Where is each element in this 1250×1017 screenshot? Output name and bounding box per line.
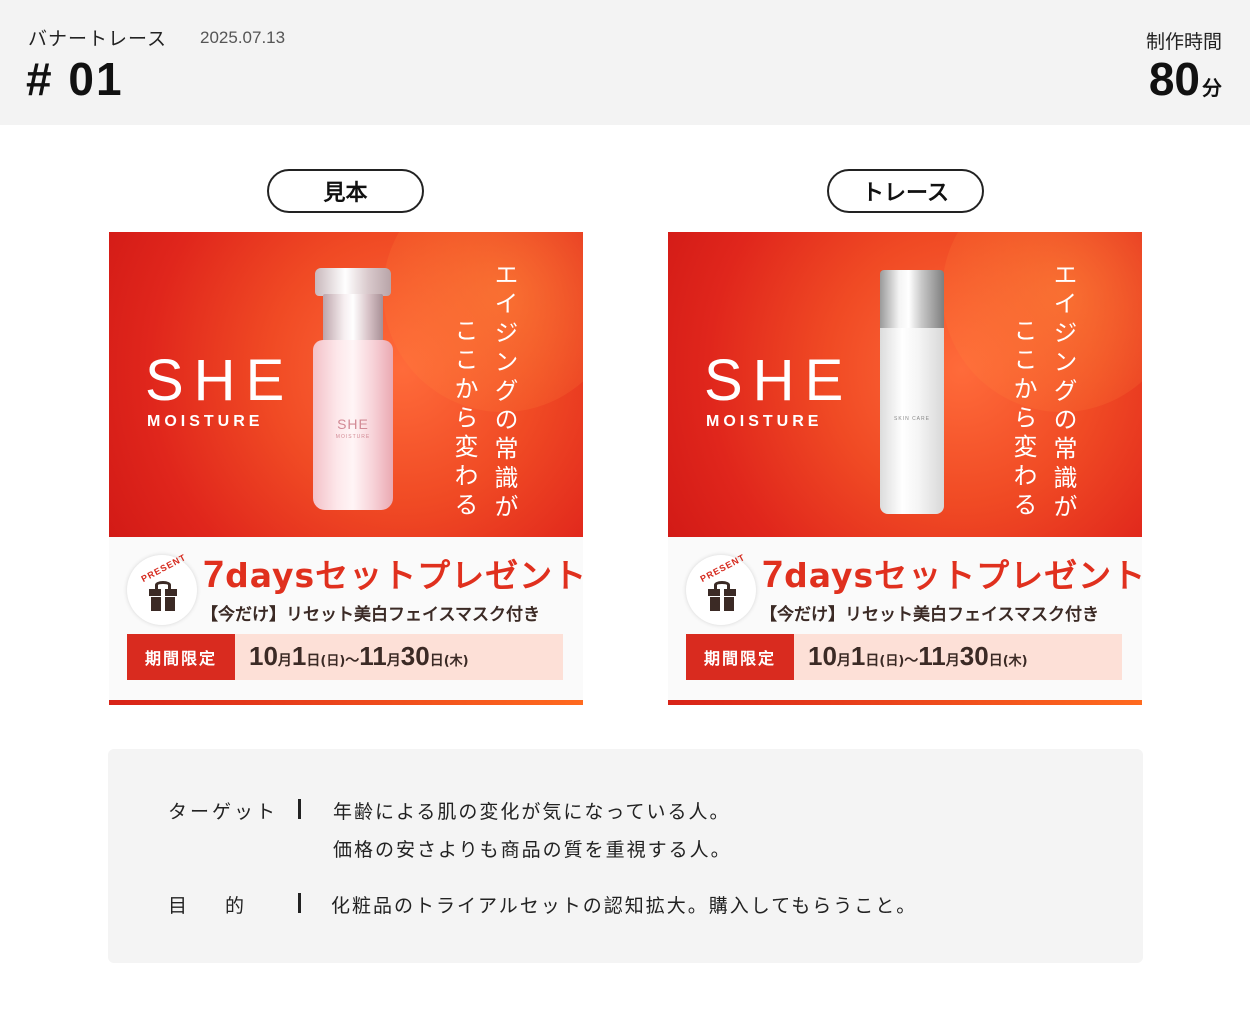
gift-icon bbox=[708, 581, 736, 611]
tagline-line1: エイジングの常識が bbox=[490, 262, 518, 523]
info-panel: ターゲット 年齢による肌の変化が気になっている人。 価格の安さよりも商品の質を重… bbox=[108, 749, 1143, 963]
sample-banner: SHE MOISTURE SHE MOISTURE エイジングの常識が ここから… bbox=[109, 232, 583, 705]
present-badge-text: PRESENT bbox=[698, 551, 747, 585]
period-dates: 10月1日(日)～11月30日(木) bbox=[808, 641, 1028, 671]
promo-rest: セットプレゼント bbox=[315, 556, 583, 595]
production-time: 80 分 bbox=[1149, 52, 1222, 106]
bottle-label: SKIN CARE bbox=[894, 416, 930, 422]
promo-rest: セットプレゼント bbox=[874, 556, 1142, 595]
present-badge-text: PRESENT bbox=[139, 551, 188, 585]
tagline-line2: ここから変わる bbox=[1009, 318, 1037, 521]
promo-number: 7 bbox=[762, 554, 785, 596]
gift-icon bbox=[149, 581, 177, 611]
trace-banner: SHE MOISTURE SKIN CARE エイジングの常識が ここから変わる… bbox=[668, 232, 1142, 705]
period-dates: 10月1日(日)～11月30日(木) bbox=[249, 641, 469, 671]
page-header: バナートレース 2025.07.13 # 01 制作時間 80 分 bbox=[0, 0, 1250, 125]
present-badge: PRESENT bbox=[127, 551, 197, 625]
series-label: バナートレース bbox=[28, 28, 168, 50]
product-bottle-image: SKIN CARE bbox=[880, 270, 944, 514]
period-row: 期間限定 10月1日(日)～11月30日(木) bbox=[686, 634, 1122, 680]
divider-bar bbox=[298, 799, 301, 819]
production-time-value: 80 bbox=[1148, 53, 1200, 105]
promo-days: days bbox=[784, 556, 875, 595]
promo-title: 7daysセットプレゼント bbox=[203, 549, 583, 597]
banner-offer: PRESENT 7daysセットプレゼント 【今だけ】リセット美白フェイスマスク… bbox=[668, 537, 1142, 705]
promo-subtitle: 【今だけ】リセット美白フェイスマスク付き bbox=[760, 605, 1099, 625]
banner-hero: SHE MOISTURE SHE MOISTURE エイジングの常識が ここから… bbox=[109, 232, 583, 537]
light-glow bbox=[383, 232, 583, 412]
product-bottle-image: SHE MOISTURE bbox=[309, 268, 397, 528]
purpose-label: 目 的 bbox=[168, 895, 245, 917]
tagline-line1: エイジングの常識が bbox=[1049, 262, 1077, 523]
bottom-stripe bbox=[668, 700, 1142, 705]
target-label: ターゲット bbox=[168, 801, 279, 823]
bottle-cap-top bbox=[315, 268, 391, 296]
trace-label: トレース bbox=[827, 169, 984, 213]
sample-label: 見本 bbox=[267, 169, 424, 213]
limited-period-tag: 期間限定 bbox=[127, 634, 235, 680]
production-time-label: 制作時間 bbox=[1145, 31, 1222, 53]
bottle-sublabel: MOISTURE bbox=[335, 434, 371, 440]
brand-subname: MOISTURE bbox=[147, 413, 264, 430]
banner-offer: PRESENT 7daysセットプレゼント 【今だけ】リセット美白フェイスマスク… bbox=[109, 537, 583, 705]
bottom-stripe bbox=[109, 700, 583, 705]
period-row: 期間限定 10月1日(日)～11月30日(木) bbox=[127, 634, 563, 680]
promo-days: days bbox=[225, 556, 316, 595]
brand-subname: MOISTURE bbox=[706, 413, 823, 430]
divider-bar bbox=[298, 893, 301, 913]
bottle-label: SHE bbox=[337, 416, 369, 432]
limited-period-tag: 期間限定 bbox=[686, 634, 794, 680]
light-glow bbox=[942, 232, 1142, 412]
tagline-line2: ここから変わる bbox=[450, 318, 478, 521]
bottle-cap bbox=[880, 270, 944, 330]
production-time-unit: 分 bbox=[1202, 76, 1222, 100]
promo-title: 7daysセットプレゼント bbox=[762, 549, 1142, 597]
target-line1: 年齢による肌の変化が気になっている人。 bbox=[333, 801, 731, 823]
entry-number: # 01 bbox=[26, 53, 124, 105]
promo-number: 7 bbox=[203, 554, 226, 596]
present-badge: PRESENT bbox=[686, 551, 756, 625]
bottle-cap bbox=[323, 294, 383, 342]
brand-name: SHE bbox=[704, 348, 854, 413]
target-line2: 価格の安さよりも商品の質を重視する人。 bbox=[333, 839, 732, 861]
purpose-text: 化粧品のトライアルセットの認知拡大。購入してもらうこと。 bbox=[331, 895, 918, 917]
brand-name: SHE bbox=[145, 348, 295, 413]
date-label: 2025.07.13 bbox=[200, 28, 286, 47]
promo-subtitle: 【今だけ】リセット美白フェイスマスク付き bbox=[201, 605, 540, 625]
banner-hero: SHE MOISTURE SKIN CARE エイジングの常識が ここから変わる bbox=[668, 232, 1142, 537]
